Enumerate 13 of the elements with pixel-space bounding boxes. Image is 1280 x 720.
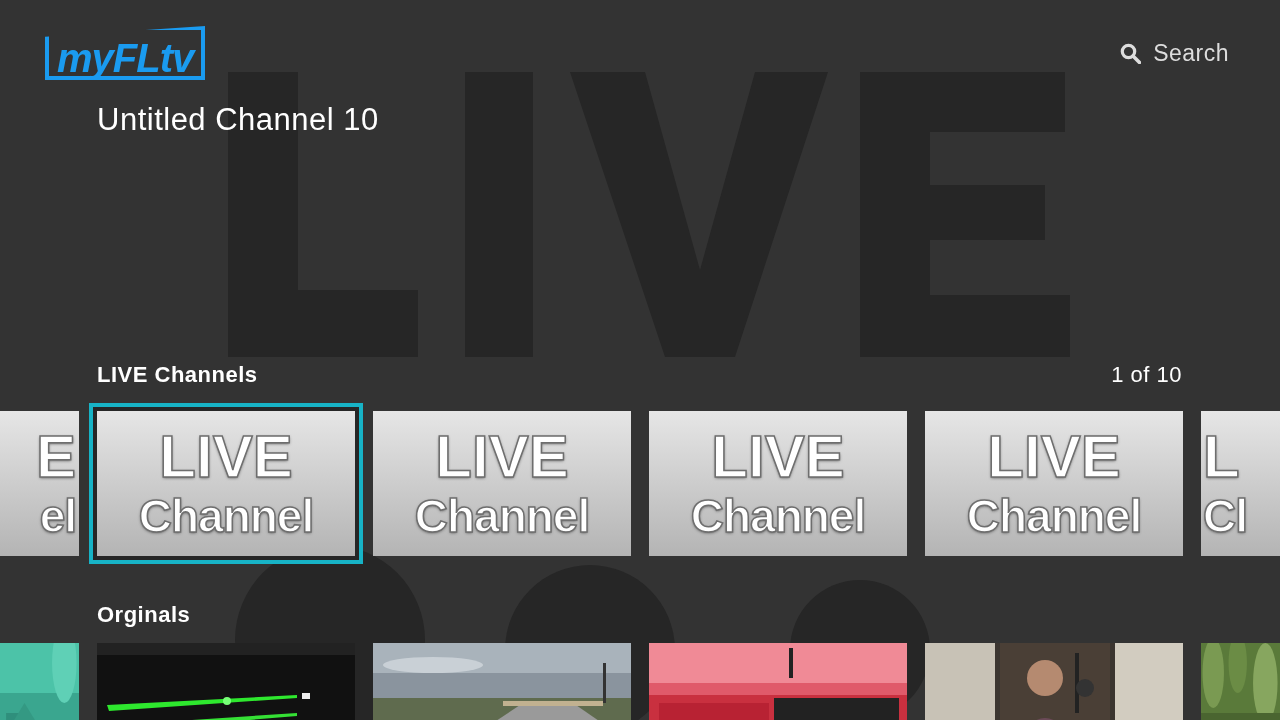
page-title: Untitled Channel 10 [97,101,379,139]
channel-tile[interactable]: E el [0,410,79,556]
channel-tile[interactable]: LIVE Channel [925,410,1183,556]
row-title: LIVE Channels [97,360,258,389]
channel-tile[interactable]: LIVE Channel [89,402,363,564]
row-counter: 1 of 10 [1111,360,1182,389]
channel-tile[interactable]: LIVE Channel [373,410,631,556]
logo: myFLtv [45,26,206,80]
channel-tile[interactable]: L Cl [1201,410,1280,556]
channel-tile[interactable]: LIVE Channel [649,410,907,556]
row-title: Orginals [97,600,191,629]
search-button[interactable]: Search [1120,36,1229,71]
search-icon [1120,42,1142,64]
